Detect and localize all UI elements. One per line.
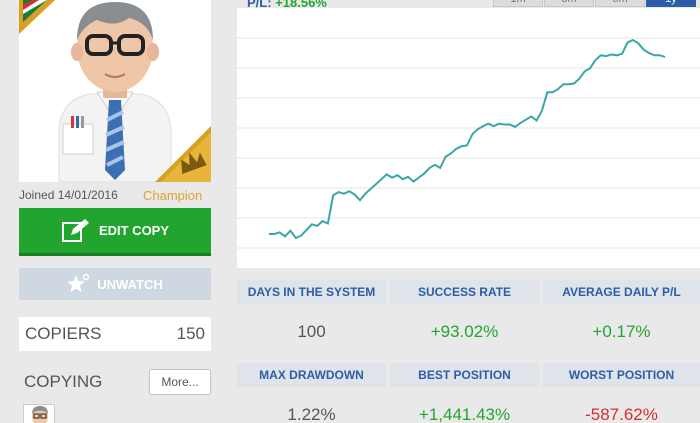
stat-value-avg-daily-pl: +0.17% xyxy=(592,322,651,341)
stat-label-worst-position: WORST POSITION xyxy=(543,363,700,387)
stat-value-best-position: +1,441.43% xyxy=(418,405,511,423)
stat-value-worst-position: -587.62% xyxy=(585,405,658,423)
tab-1y[interactable]: 1y xyxy=(646,0,696,7)
stat-label-avg-daily-pl: AVERAGE DAILY P/L xyxy=(543,280,700,304)
copied-trader-avatar[interactable] xyxy=(23,404,55,423)
country-flag-icon xyxy=(19,0,55,34)
crown-badge-icon xyxy=(155,126,211,182)
tab-1m[interactable]: 1m xyxy=(493,0,543,7)
copying-label: COPYING xyxy=(24,372,103,391)
copiers-label: COPIERS xyxy=(25,324,102,343)
copiers-count: 150 xyxy=(176,324,205,343)
stat-label-max-drawdown: MAX DRAWDOWN xyxy=(237,363,386,387)
tab-3m[interactable]: 3m xyxy=(544,0,594,7)
trader-avatar xyxy=(19,0,211,182)
stat-value-max-drawdown: 1.22% xyxy=(287,405,336,423)
stat-label-success-rate: SUCCESS RATE xyxy=(390,280,539,304)
copiers-row: COPIERS 150 xyxy=(19,317,211,351)
performance-chart-svg xyxy=(237,37,700,249)
unwatch-button[interactable]: UNWATCH xyxy=(19,268,211,300)
performance-chart xyxy=(237,8,700,268)
period-tabs: 1m 3m 6m 1y xyxy=(492,0,696,7)
edit-pencil-icon xyxy=(61,218,89,242)
stat-label-best-position: BEST POSITION xyxy=(390,363,539,387)
star-icon xyxy=(67,274,90,292)
copying-more-button[interactable]: More... xyxy=(149,369,211,395)
left-sidebar: Joined 14/01/2016 Champion EDIT COPY UNW… xyxy=(0,0,232,423)
stat-value-days: 100 xyxy=(297,322,326,341)
performance-line xyxy=(269,38,666,240)
trader-profile-page: Joined 14/01/2016 Champion EDIT COPY UNW… xyxy=(0,0,700,423)
edit-copy-label: EDIT COPY xyxy=(98,223,170,238)
tab-6m[interactable]: 6m xyxy=(595,0,645,7)
stat-label-days: DAYS IN THE SYSTEM xyxy=(237,280,386,304)
edit-copy-button[interactable]: EDIT COPY xyxy=(19,208,211,256)
stat-value-success-rate: +93.02% xyxy=(430,322,499,341)
rank-label: Champion xyxy=(143,188,203,203)
copied-trader-avatar-icon xyxy=(32,406,48,423)
joined-date: Joined 14/01/2016 xyxy=(19,188,118,202)
unwatch-label: UNWATCH xyxy=(97,276,163,292)
